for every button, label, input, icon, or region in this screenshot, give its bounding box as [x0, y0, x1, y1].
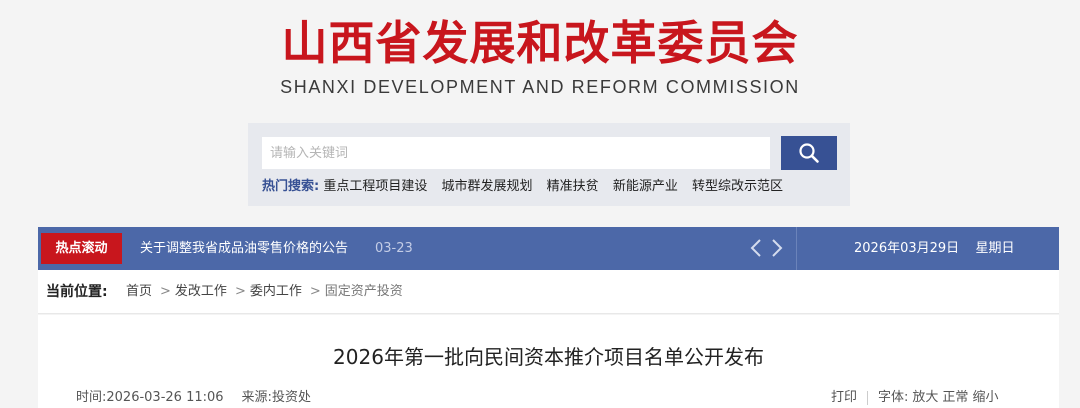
ticker-label: 热点滚动 [41, 233, 122, 264]
font-normal-button[interactable]: 正常 [942, 390, 968, 405]
search-button[interactable] [781, 136, 837, 170]
ticker-divider [796, 227, 797, 270]
current-date: 2026年03月29日 星期日 [854, 227, 1014, 270]
hot-search-item[interactable]: 城市群发展规划 [442, 179, 533, 194]
hot-search-item[interactable]: 重点工程项目建设 [323, 179, 427, 194]
site-logo-subtitle: SHANXI DEVELOPMENT AND REFORM COMMISSION [280, 77, 800, 97]
hot-search-item[interactable]: 新能源产业 [613, 179, 678, 194]
hot-search-label: 热门搜索: [262, 179, 320, 194]
site-header: 山西省发展和改革委员会 SHANXI DEVELOPMENT AND REFOR… [0, 0, 1080, 120]
breadcrumb-items: 首页 > 发改工作 > 委内工作 > 固定资产投资 [126, 270, 403, 314]
breadcrumb-current[interactable]: 固定资产投资 [325, 284, 403, 299]
breadcrumb-label: 当前位置: [46, 284, 108, 300]
article-panel: 2026年第一批向民间资本推介项目名单公开发布 时间:2026-03-26 11… [38, 315, 1059, 408]
search-icon [799, 143, 819, 163]
article-meta: 时间:2026-03-26 11:06 来源:投资处 [76, 389, 311, 407]
breadcrumb-link-home[interactable]: 首页 [126, 284, 152, 299]
chevron-right-icon[interactable] [766, 238, 786, 258]
current-date-value: 2026年03月29日 [854, 241, 960, 256]
breadcrumb-separator: > [234, 284, 246, 299]
chevron-left-icon[interactable] [747, 238, 767, 258]
news-ticker: 热点滚动 关于调整我省成品油零售价格的公告 03-23 2026年03月29日 … [38, 227, 1059, 270]
time-label: 时间: [76, 390, 107, 405]
search-input[interactable] [262, 137, 770, 169]
breadcrumb-link-internal[interactable]: 委内工作 [250, 284, 302, 299]
time-value: 2026-03-26 11:06 [106, 390, 224, 405]
ticker-news-link[interactable]: 关于调整我省成品油零售价格的公告 [140, 227, 348, 270]
ticker-news-date: 03-23 [375, 241, 413, 256]
hot-search-list: 热门搜索: 重点工程项目建设 城市群发展规划 精准扶贫 新能源产业 转型综改示范… [262, 178, 793, 196]
breadcrumb-link-work[interactable]: 发改工作 [175, 284, 227, 299]
print-button[interactable]: 打印 [831, 390, 857, 405]
breadcrumb-separator: > [309, 284, 321, 299]
breadcrumb-separator: > [160, 284, 171, 299]
font-size-label: 字体: [878, 390, 909, 405]
article-title: 2026年第一批向民间资本推介项目名单公开发布 [333, 345, 764, 369]
search-panel: 热门搜索: 重点工程项目建设 城市群发展规划 精准扶贫 新能源产业 转型综改示范… [248, 123, 850, 206]
current-weekday: 星期日 [975, 241, 1015, 256]
source-label: 来源: [241, 390, 272, 405]
hot-search-item[interactable]: 转型综改示范区 [692, 179, 783, 194]
source-value: 投资处 [271, 390, 311, 405]
tools-divider [867, 390, 869, 405]
font-large-button[interactable]: 放大 [912, 390, 938, 405]
hot-search-item[interactable]: 精准扶贫 [547, 179, 599, 194]
article-tools: 打印 字体: 放大 正常 缩小 [831, 389, 998, 407]
breadcrumb: 当前位置: 首页 > 发改工作 > 委内工作 > 固定资产投资 [38, 270, 1059, 314]
site-logo-title[interactable]: 山西省发展和改革委员会 [0, 14, 1080, 72]
font-small-button[interactable]: 缩小 [972, 390, 998, 405]
